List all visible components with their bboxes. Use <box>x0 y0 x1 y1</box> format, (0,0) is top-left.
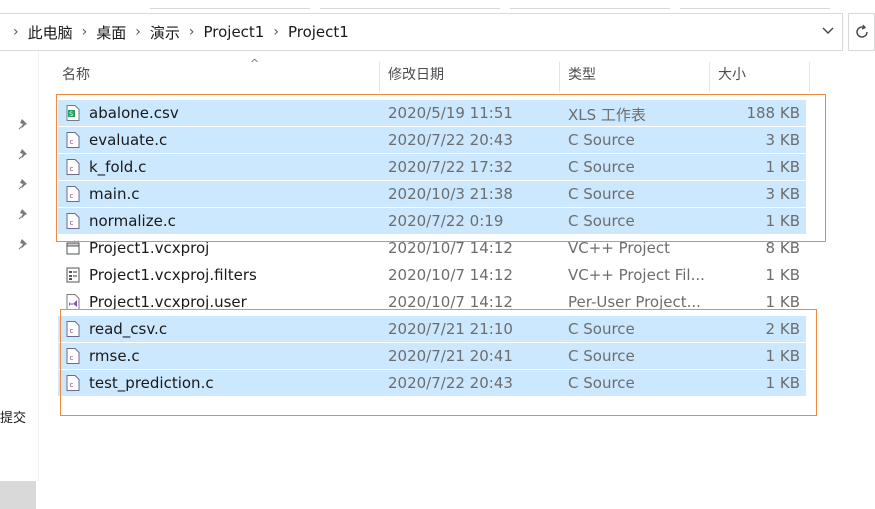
chevron-right-icon: › <box>13 24 19 40</box>
file-date: 2020/10/7 14:12 <box>388 266 513 284</box>
ribbon-tab <box>680 0 830 9</box>
highlight-box-upper <box>56 94 826 242</box>
file-type: VC++ Project Fil... <box>568 266 705 284</box>
chevron-right-icon[interactable]: › <box>82 24 88 40</box>
nav-item-selected[interactable] <box>0 481 36 509</box>
file-name: Project1.vcxproj.filters <box>89 266 257 284</box>
breadcrumb-item[interactable]: Project1 <box>288 23 349 41</box>
column-header-date[interactable]: 修改日期 <box>380 62 560 92</box>
breadcrumb-item[interactable]: 此电脑 <box>28 22 73 43</box>
address-bar[interactable]: › 此电脑 › 桌面 › 演示 › Project1 › Project1 <box>0 13 843 51</box>
chevron-right-icon[interactable]: › <box>189 24 195 40</box>
breadcrumb-item[interactable]: 桌面 <box>96 22 126 43</box>
history-dropdown-chevron-icon[interactable] <box>822 24 834 39</box>
ribbon-tab <box>510 0 670 9</box>
breadcrumb-item[interactable]: 演示 <box>150 22 180 43</box>
visual-studio-user-icon <box>66 294 80 310</box>
breadcrumb-item[interactable]: Project1 <box>203 23 264 41</box>
refresh-icon <box>855 24 868 38</box>
pin-icon[interactable] <box>18 238 30 250</box>
chevron-right-icon[interactable]: › <box>135 24 141 40</box>
pin-icon[interactable] <box>18 148 30 160</box>
ribbon-remnant <box>0 0 875 9</box>
pin-icon[interactable] <box>18 208 30 220</box>
ribbon-tab <box>320 0 500 9</box>
pin-icon[interactable] <box>18 118 30 130</box>
file-size: 1 KB <box>765 266 800 284</box>
ribbon-tab <box>150 0 310 9</box>
chevron-right-icon[interactable]: › <box>273 24 279 40</box>
column-header-name[interactable]: 名称 <box>54 62 380 92</box>
refresh-button[interactable] <box>848 13 875 51</box>
navigation-pane: 提交 <box>0 51 39 509</box>
filters-file-icon <box>66 267 80 283</box>
column-header-size[interactable]: 大小 <box>710 62 810 92</box>
pin-icon[interactable] <box>18 178 30 190</box>
highlight-box-lower <box>60 309 817 416</box>
breadcrumb: › 此电脑 › 桌面 › 演示 › Project1 › Project1 <box>0 22 349 43</box>
column-header: ^ 名称 修改日期 类型 大小 <box>38 52 875 98</box>
file-row[interactable]: Project1.vcxproj.filters 2020/10/7 14:12… <box>58 262 806 288</box>
nav-item-label[interactable]: 提交 <box>0 407 26 426</box>
vcxproj-file-icon: ++ <box>66 240 80 255</box>
column-header-type[interactable]: 类型 <box>560 62 710 92</box>
